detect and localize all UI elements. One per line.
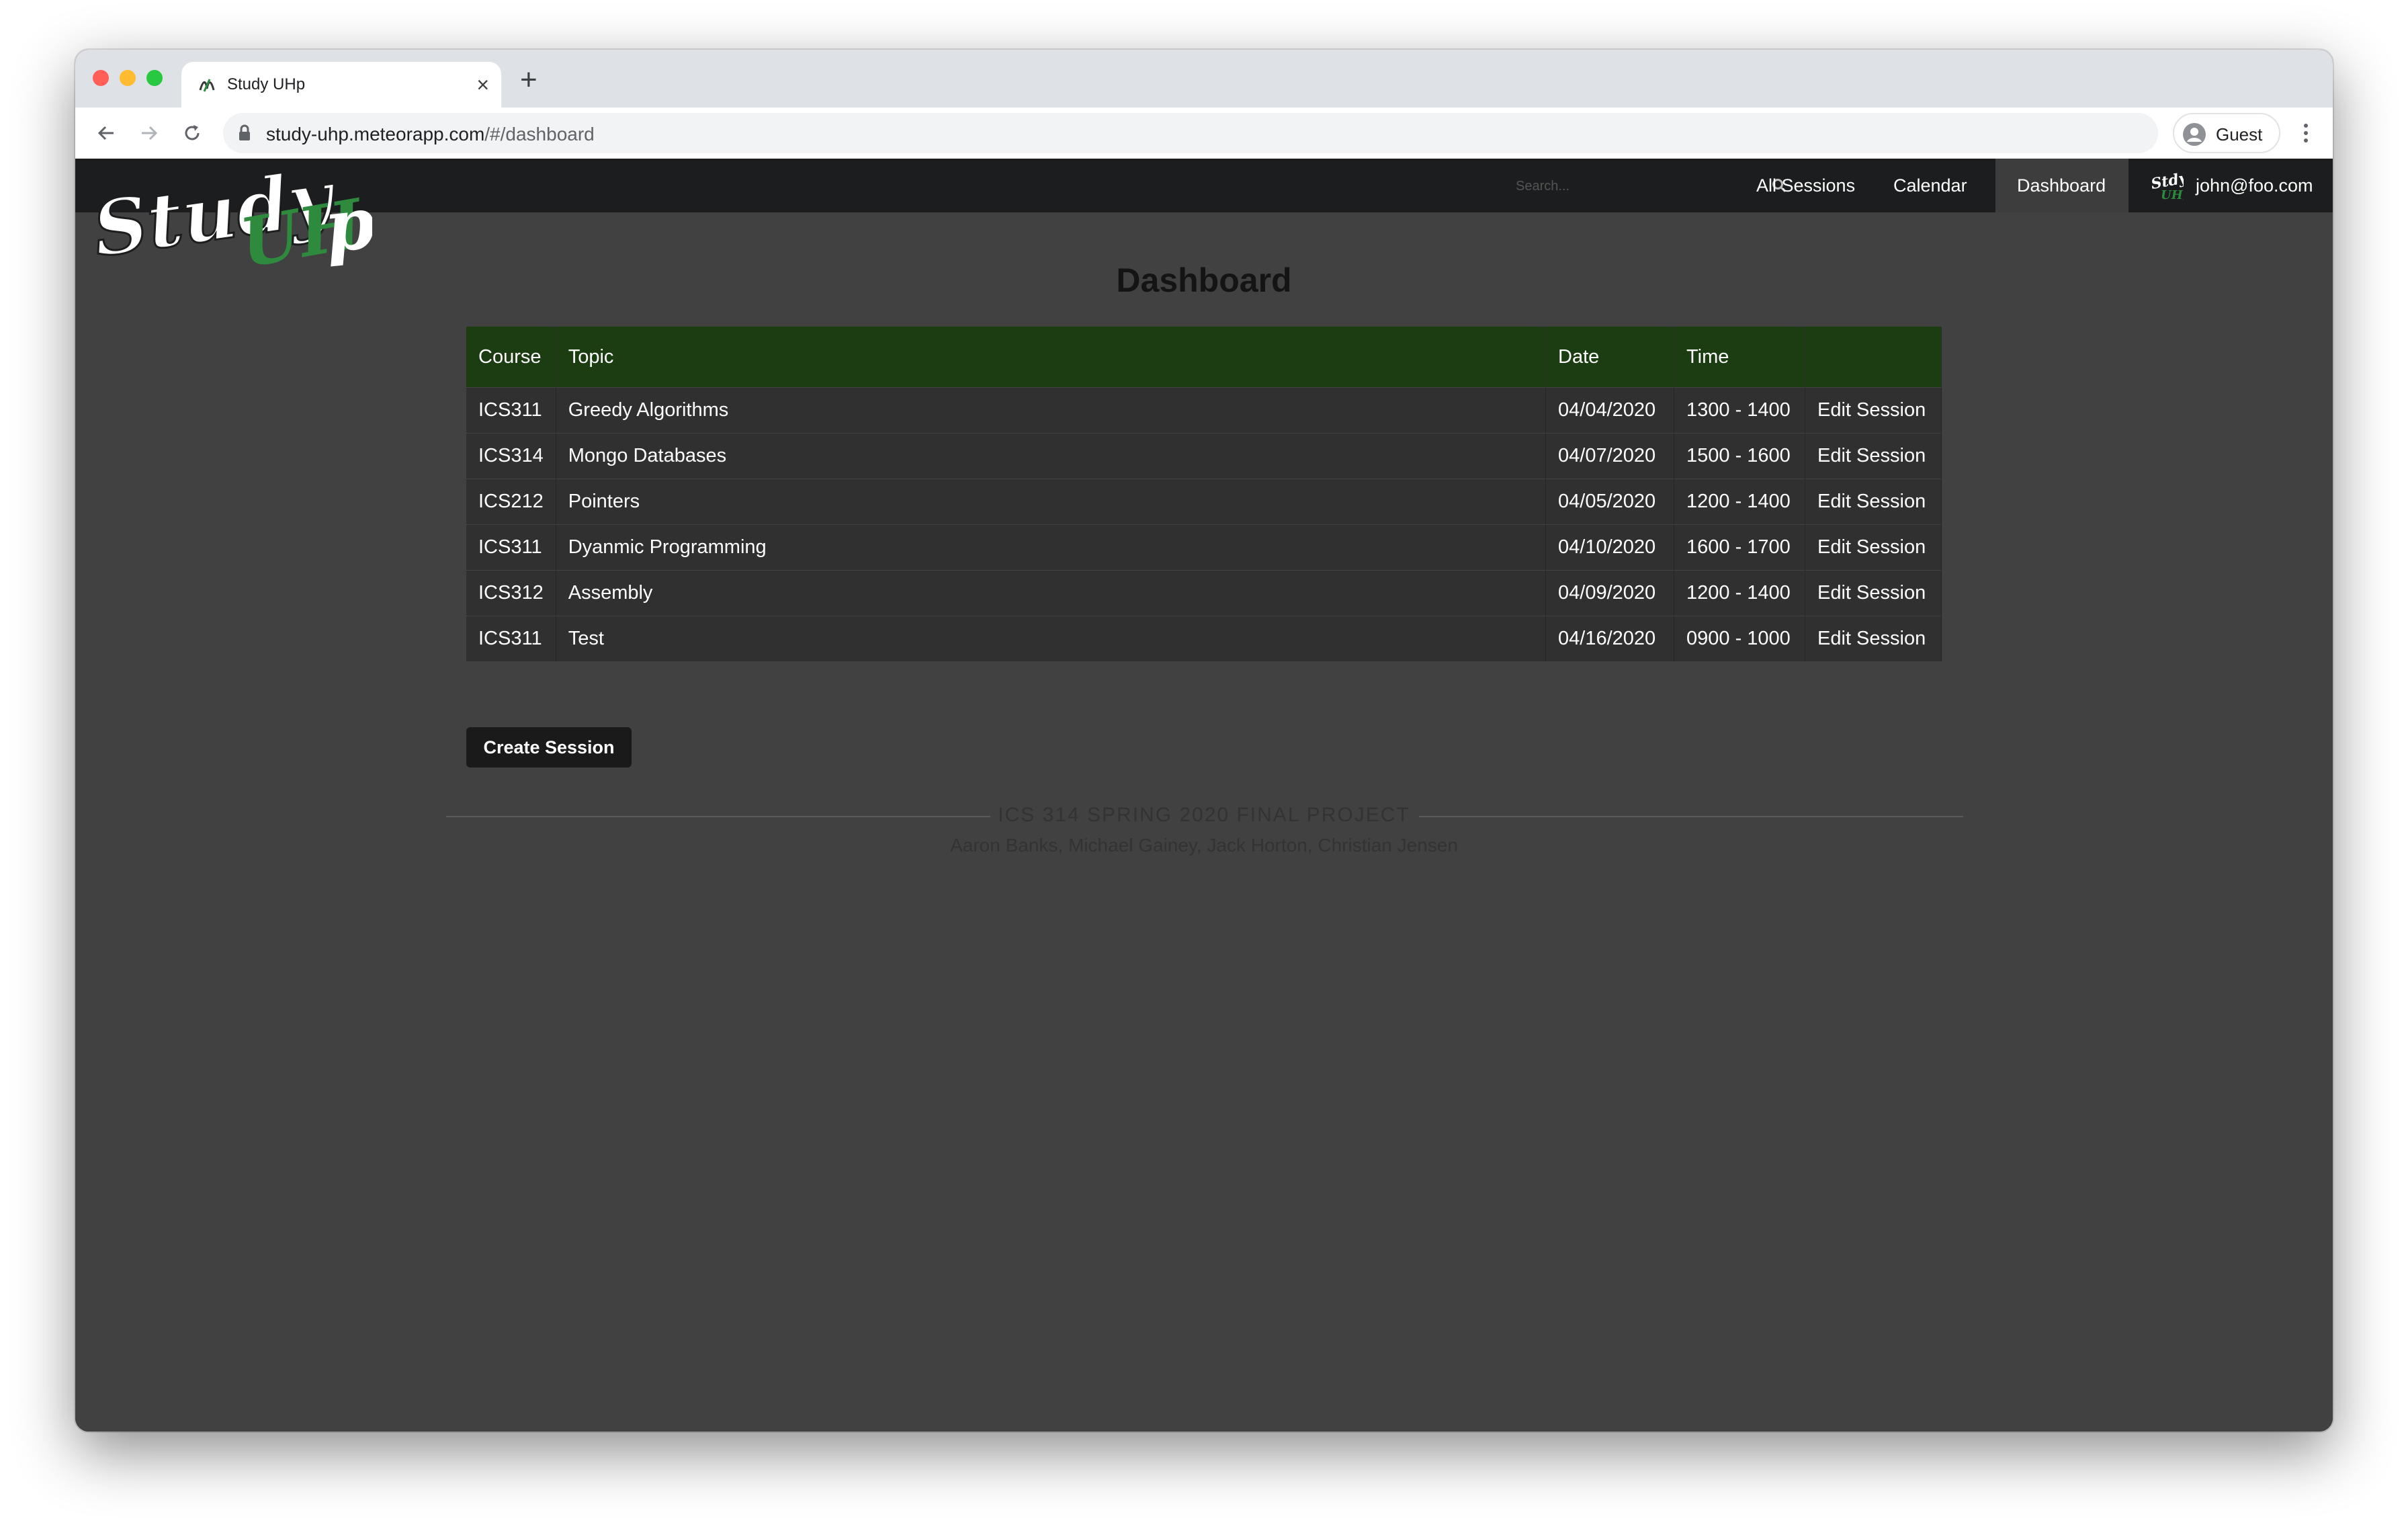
table-row: ICS311 Dyanmic Programming 04/10/2020 16… — [466, 524, 1942, 571]
browser-tab[interactable]: Study UHp × — [181, 62, 501, 108]
cell-time: 1600 - 1700 — [1674, 524, 1805, 571]
cell-course: ICS312 — [466, 570, 556, 616]
cell-time: 0900 - 1000 — [1674, 616, 1805, 661]
cell-topic: Dyanmic Programming — [556, 524, 1547, 571]
reload-icon[interactable] — [175, 116, 210, 151]
create-session-button[interactable]: Create Session — [466, 727, 632, 768]
browser-window: Study UHp × + study-uhp.meteorapp.com/#/… — [75, 50, 2333, 1432]
cell-course: ICS311 — [466, 524, 556, 571]
table-row: ICS311 Test 04/16/2020 0900 - 1000 Edit … — [466, 616, 1942, 661]
cell-date: 04/10/2020 — [1545, 524, 1674, 571]
cell-time: 1300 - 1400 — [1674, 387, 1805, 433]
address-bar[interactable]: study-uhp.meteorapp.com/#/dashboard — [223, 113, 2158, 153]
new-tab-button[interactable]: + — [520, 63, 538, 97]
cell-date: 04/04/2020 — [1545, 387, 1674, 433]
edit-session-link[interactable]: Edit Session — [1805, 524, 1942, 571]
edit-session-link[interactable]: Edit Session — [1805, 616, 1942, 661]
page-title: Dashboard — [1116, 261, 1292, 299]
cell-topic: Mongo Databases — [556, 433, 1547, 479]
search-input[interactable] — [1513, 169, 1759, 203]
edit-session-link[interactable]: Edit Session — [1805, 433, 1942, 479]
user-avatar-icon: Stdy UHp — [2150, 171, 2184, 200]
edit-session-link[interactable]: Edit Session — [1805, 570, 1942, 616]
cell-date: 04/05/2020 — [1545, 479, 1674, 525]
url-host: study-uhp.meteorapp.com — [266, 124, 485, 144]
cell-date: 04/16/2020 — [1545, 616, 1674, 661]
edit-session-link[interactable]: Edit Session — [1805, 479, 1942, 525]
profile-label: Guest — [2216, 124, 2263, 144]
table-row: ICS212 Pointers 04/05/2020 1200 - 1400 E… — [466, 479, 1942, 525]
url-path: /#/dashboard — [484, 124, 595, 144]
user-email: john@foo.com — [2196, 175, 2313, 196]
url-text: study-uhp.meteorapp.com/#/dashboard — [266, 124, 595, 145]
cell-time: 1500 - 1600 — [1674, 433, 1805, 479]
cell-date: 04/09/2020 — [1545, 570, 1674, 616]
table-row: ICS311 Greedy Algorithms 04/04/2020 1300… — [466, 387, 1942, 433]
svg-text:UHp: UHp — [2161, 188, 2184, 200]
browser-toolbar: study-uhp.meteorapp.com/#/dashboard Gues… — [75, 108, 2333, 159]
svg-text:p: p — [320, 180, 372, 269]
cell-topic: Assembly — [556, 570, 1547, 616]
favicon-icon — [199, 79, 215, 92]
top-navbar: Study UH p All Sessions Calendar Dashboa… — [75, 159, 2333, 277]
cell-topic: Greedy Algorithms — [556, 387, 1547, 433]
window-minimize-control[interactable] — [120, 70, 136, 86]
window-close-control[interactable] — [93, 70, 109, 86]
back-arrow-icon[interactable] — [89, 116, 124, 151]
edit-session-link[interactable]: Edit Session — [1805, 387, 1942, 433]
cell-topic: Test — [556, 616, 1547, 661]
cell-time: 1200 - 1400 — [1674, 570, 1805, 616]
cell-topic: Pointers — [556, 479, 1547, 525]
cell-date: 04/07/2020 — [1545, 433, 1674, 479]
kebab-menu-icon[interactable] — [2292, 116, 2319, 151]
app-page: Study UH p All Sessions Calendar Dashboa… — [75, 159, 2333, 1432]
sessions-table: Course Topic Date Time ICS311 Greedy Alg… — [466, 327, 1942, 661]
tab-title: Study UHp — [227, 75, 306, 93]
nav-dashboard[interactable]: Dashboard — [1995, 159, 2128, 212]
cell-course: ICS314 — [466, 433, 556, 479]
footer-heading: ICS 314 SPRING 2020 FINAL PROJECT — [998, 804, 1410, 826]
column-header-time: Time — [1674, 327, 1805, 388]
nav-all-sessions[interactable]: All Sessions — [1735, 159, 1877, 212]
close-icon[interactable]: × — [476, 71, 489, 98]
column-header-course: Course — [466, 327, 556, 388]
profile-icon — [2183, 123, 2206, 146]
column-header-date: Date — [1545, 327, 1674, 388]
cell-course: ICS212 — [466, 479, 556, 525]
column-header-topic: Topic — [556, 327, 1547, 388]
profile-button[interactable]: Guest — [2173, 113, 2280, 153]
cell-course: ICS311 — [466, 616, 556, 661]
lock-icon — [239, 124, 250, 140]
nav-calendar[interactable]: Calendar — [1872, 159, 1989, 212]
study-uhp-logo[interactable]: Study UH p — [90, 163, 372, 277]
forward-arrow-icon[interactable] — [132, 116, 167, 151]
table-row: ICS314 Mongo Databases 04/07/2020 1500 -… — [466, 433, 1942, 479]
cell-time: 1200 - 1400 — [1674, 479, 1805, 525]
table-header-row: Course Topic Date Time — [466, 327, 1942, 388]
tab-strip: Study UHp × + — [75, 50, 2333, 108]
cell-course: ICS311 — [466, 387, 556, 433]
window-zoom-control[interactable] — [146, 70, 163, 86]
column-header-action — [1805, 327, 1942, 388]
table-row: ICS312 Assembly 04/09/2020 1200 - 1400 E… — [466, 570, 1942, 616]
footer-authors: Aaron Banks, Michael Gainey, Jack Horton… — [950, 835, 1458, 856]
user-menu[interactable]: Stdy UHp john@foo.com — [2128, 159, 2333, 212]
